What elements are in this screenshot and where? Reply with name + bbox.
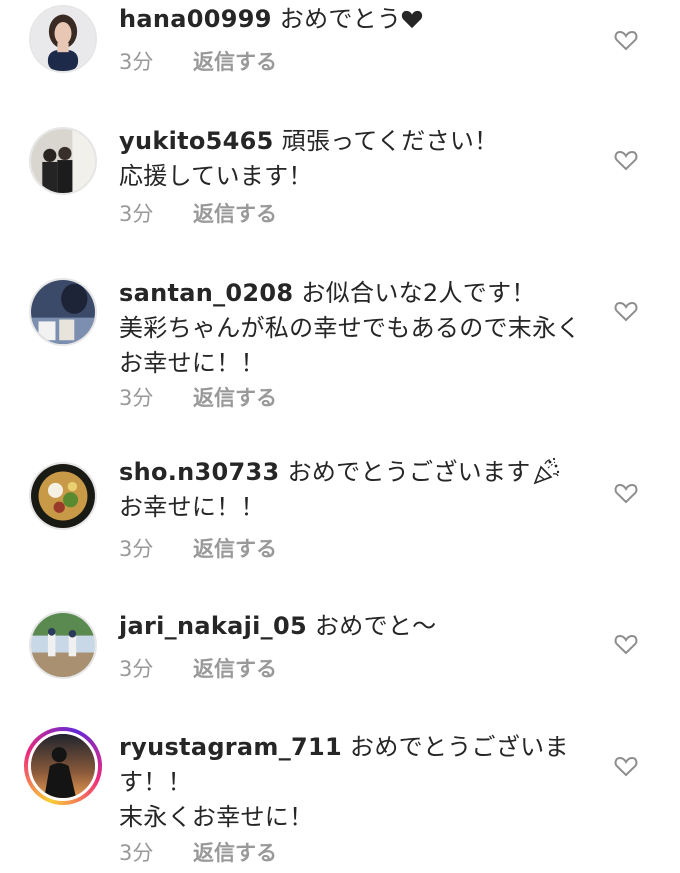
avatar-story-ring[interactable] <box>24 727 102 805</box>
reply-button[interactable]: 返信する <box>193 537 277 561</box>
comment-text-continued: お幸せに！！ <box>119 493 265 521</box>
comment-meta: 3分 返信する <box>119 653 277 683</box>
comment-username[interactable]: yukito5465 <box>119 127 274 155</box>
comment-body: ryustagram_711 おめでとうございます！！ 末永くお幸せに！ <box>119 730 589 835</box>
comment-text: おめでと〜 <box>314 612 437 640</box>
comment-text: おめでとうございます <box>287 458 531 486</box>
avatar[interactable] <box>29 278 97 346</box>
comment-time: 3分 <box>119 386 154 410</box>
comment-meta: 3分 返信する <box>119 382 277 412</box>
avatar <box>28 731 98 801</box>
comment-time: 3分 <box>119 841 154 865</box>
reply-button[interactable]: 返信する <box>193 386 277 410</box>
comment-body: sho.n30733 おめでとうございます お幸せに！！ <box>119 455 589 525</box>
like-heart-icon[interactable] <box>614 482 638 504</box>
comment-meta: 3分 返信する <box>119 198 277 228</box>
comment-username[interactable]: sho.n30733 <box>119 458 280 486</box>
comment-username[interactable]: jari_nakaji_05 <box>119 612 307 640</box>
comment-body: yukito5465 頑張ってください！ 応援しています！ <box>119 124 589 194</box>
like-heart-icon[interactable] <box>614 29 638 51</box>
comment-time: 3分 <box>119 202 154 226</box>
reply-button[interactable]: 返信する <box>193 841 277 865</box>
comment-time: 3分 <box>119 537 154 561</box>
comment-meta: 3分 返信する <box>119 837 277 867</box>
comment-meta: 3分 返信する <box>119 533 277 563</box>
avatar[interactable] <box>29 462 97 530</box>
comment-username[interactable]: ryustagram_711 <box>119 733 342 761</box>
comment-time: 3分 <box>119 50 154 74</box>
comment-body: jari_nakaji_05 おめでと〜 <box>119 609 589 644</box>
party-popper-emoji-icon <box>533 457 559 485</box>
black-heart-emoji-icon <box>402 10 423 29</box>
reply-button[interactable]: 返信する <box>193 202 277 226</box>
like-heart-icon[interactable] <box>614 633 638 655</box>
like-heart-icon[interactable] <box>614 149 638 171</box>
avatar-photo-group <box>31 129 95 193</box>
comment-username[interactable]: santan_0208 <box>119 279 293 307</box>
like-heart-icon[interactable] <box>614 300 638 322</box>
comment-username[interactable]: hana00999 <box>119 5 272 33</box>
comment-body: hana00999 おめでとう <box>119 2 589 37</box>
comment-text: おめでとう <box>279 5 402 33</box>
reply-button[interactable]: 返信する <box>193 50 277 74</box>
avatar-photo-sunset <box>31 734 95 798</box>
avatar-photo-dark <box>31 280 95 344</box>
avatar-photo-baseball <box>31 613 95 677</box>
reply-button[interactable]: 返信する <box>193 657 277 681</box>
like-heart-icon[interactable] <box>614 755 638 777</box>
comment-body: santan_0208 お似合いな2人です！ 美彩ちゃんが私の幸せでもあるので末永… <box>119 276 589 381</box>
comment-meta: 3分 返信する <box>119 46 277 76</box>
avatar-photo-food <box>31 464 95 528</box>
avatar[interactable] <box>29 611 97 679</box>
avatar-photo-woman <box>31 7 95 71</box>
avatar[interactable] <box>29 127 97 195</box>
avatar[interactable] <box>29 5 97 73</box>
comment-time: 3分 <box>119 657 154 681</box>
